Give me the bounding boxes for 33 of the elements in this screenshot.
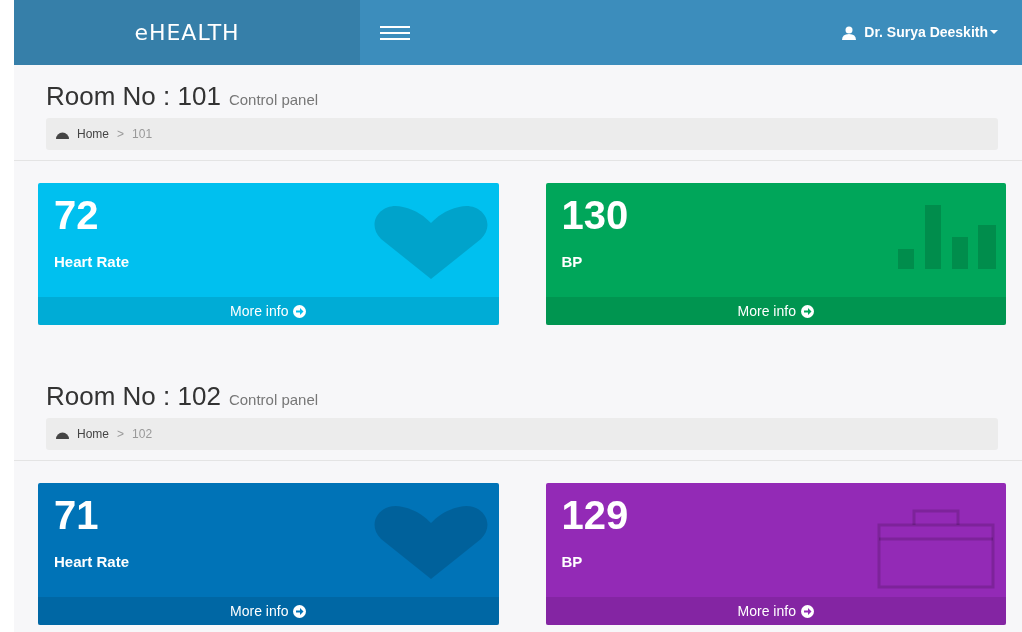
arrow-circle-icon xyxy=(800,304,814,318)
arrow-circle-icon xyxy=(293,304,307,318)
stat-value: 72 xyxy=(54,193,100,238)
logo[interactable]: eHEALTH xyxy=(14,0,360,65)
stat-value: 130 xyxy=(561,193,630,238)
caret-icon xyxy=(990,30,998,35)
breadcrumb-current: 101 xyxy=(132,126,153,144)
stat-value: 129 xyxy=(561,493,630,538)
user-icon xyxy=(842,25,857,40)
heart-icon xyxy=(372,505,489,580)
breadcrumb-separator: > xyxy=(117,426,125,444)
page-subtitle: Control panel xyxy=(228,390,319,411)
stat-label: BP xyxy=(561,252,584,273)
menu-icon[interactable] xyxy=(380,25,410,42)
page-title: Room No : 102 xyxy=(46,381,221,413)
breadcrumb-link[interactable]: Home xyxy=(56,425,109,444)
heart-icon xyxy=(372,205,489,280)
stat-value: 71 xyxy=(54,493,100,538)
stat-label: BP xyxy=(561,552,584,573)
arrow-circle-icon xyxy=(293,604,307,618)
breadcrumb-current: 102 xyxy=(132,426,153,444)
more-info-link[interactable]: More info xyxy=(545,297,1006,326)
stat-label: Heart Rate xyxy=(54,252,131,273)
more-info-link[interactable]: More info xyxy=(545,597,1006,626)
stat-label: Heart Rate xyxy=(54,552,131,573)
breadcrumb-separator: > xyxy=(117,126,125,144)
breadcrumb-link[interactable]: Home xyxy=(56,125,109,144)
arrow-circle-icon xyxy=(800,604,814,618)
page-title: Room No : 101 xyxy=(46,81,221,113)
page-subtitle: Control panel xyxy=(228,90,319,110)
user-menu[interactable]: Dr. Surya Deeskith xyxy=(836,21,1004,44)
bar-chart-icon xyxy=(898,205,996,270)
more-info-link[interactable]: More info xyxy=(38,597,499,626)
